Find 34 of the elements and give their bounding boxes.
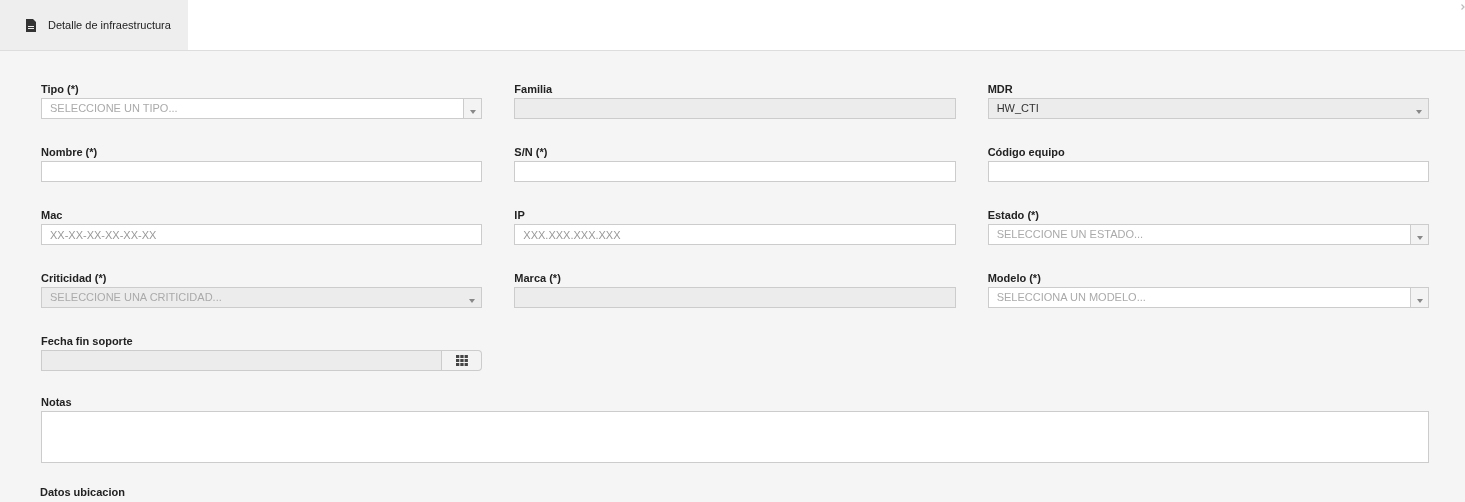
field-label: Mac [41, 208, 64, 222]
input-field[interactable]: XX-XX-XX-XX-XX-XX [41, 224, 483, 245]
dropdown-arrow-icon [1416, 299, 1423, 303]
dropdown-arrow-icon [469, 299, 476, 303]
field-label: Nombre (*) [41, 145, 99, 159]
notes-textarea[interactable] [41, 411, 1429, 463]
input-field[interactable] [41, 161, 483, 182]
field-label: Modelo (*) [987, 271, 1042, 285]
input-field[interactable]: XXX.XXX.XXX.XXX [514, 224, 956, 245]
field-label: MDR [987, 82, 1014, 96]
chevron-icon[interactable] [1461, 4, 1465, 10]
dropdown-arrow-icon [1416, 110, 1422, 114]
field-label: Estado (*) [987, 208, 1040, 222]
dropdown[interactable]: SELECCIONE UN ESTADO... [987, 224, 1429, 245]
document-icon [26, 18, 36, 32]
field-label: Familia [514, 82, 554, 96]
tab[interactable]: Detalle de infraestructura [0, 0, 188, 50]
grid-icon [455, 355, 468, 366]
field-label: S/N (*) [514, 145, 549, 159]
field-label: Notas [41, 395, 73, 409]
field-label: IP [514, 208, 526, 222]
input-field[interactable] [514, 161, 956, 182]
calendar-button[interactable] [442, 350, 483, 371]
field-label: Tipo (*) [41, 82, 80, 96]
field-label: Código equipo [987, 145, 1066, 159]
dropdown[interactable]: SELECCIONA UN MODELO... [987, 287, 1429, 308]
dropdown-arrow-icon [469, 110, 476, 114]
dropdown-arrow-icon [1416, 236, 1423, 240]
section-title: Datos ubicacion [40, 485, 125, 500]
field-label: Criticidad (*) [41, 271, 108, 285]
input-field[interactable] [987, 161, 1429, 182]
field-label: Fecha fin soporte [41, 334, 134, 348]
dropdown[interactable]: SELECCIONE UN TIPO... [41, 98, 483, 119]
field-label: Marca (*) [514, 271, 562, 285]
